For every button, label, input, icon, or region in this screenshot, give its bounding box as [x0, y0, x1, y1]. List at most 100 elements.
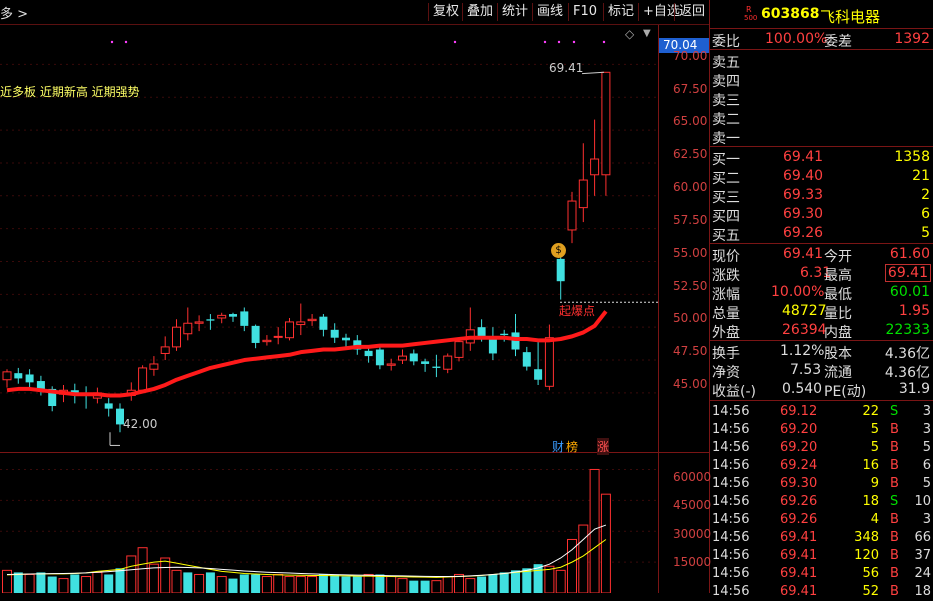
- volume-bar: [251, 574, 261, 593]
- volume-bar: [36, 572, 46, 593]
- tick-time: 14:56: [712, 512, 750, 527]
- ranking-badge[interactable]: 榜: [566, 438, 578, 455]
- volume-bar: [92, 571, 103, 593]
- tick-time: 14:56: [712, 422, 750, 437]
- volume-bar: [115, 568, 125, 593]
- weibi-row: 委比 100.00% 委差 1392: [712, 31, 930, 50]
- tick-row: 14:56 69.41 52 B 18: [710, 583, 933, 601]
- mark-button[interactable]: 标记: [603, 3, 638, 21]
- candle-body: [251, 325, 260, 343]
- candle-body: [421, 361, 430, 364]
- draw-line-button[interactable]: 画线: [532, 3, 567, 21]
- finance-badge[interactable]: 财: [552, 438, 564, 455]
- buy-row[interactable]: 买一 69.41 1358: [710, 148, 933, 168]
- tick-row: 14:56 69.26 4 B 3: [710, 511, 933, 529]
- candle-body: [240, 311, 249, 326]
- sell-row: 卖一: [712, 131, 740, 147]
- tick-vol: 9: [870, 476, 879, 491]
- sell-row: 卖二: [712, 112, 740, 128]
- tick-row: 14:56 69.24 16 B 6: [710, 457, 933, 475]
- candle-body: [138, 367, 148, 391]
- volume-bar: [81, 576, 92, 593]
- tick-price: 69.12: [780, 404, 818, 419]
- buy-row[interactable]: 买二 69.40 21: [710, 167, 933, 187]
- candle-body: [567, 200, 577, 231]
- candle-body: [262, 339, 272, 343]
- low-price-label: 42.00: [123, 417, 158, 431]
- buy-row[interactable]: 买五 69.26 5: [710, 224, 933, 244]
- candle-body: [183, 322, 193, 335]
- volume-bar: [465, 578, 476, 593]
- volume-bar: [13, 572, 23, 593]
- stock-code: 603868: [761, 6, 820, 22]
- f10-button[interactable]: F10: [568, 3, 601, 21]
- volume-bar: [284, 576, 295, 593]
- tick-price: 69.20: [780, 422, 818, 437]
- volume-bar: [341, 576, 351, 593]
- buy-row[interactable]: 买三 69.33 2: [710, 186, 933, 206]
- candle-body: [488, 337, 497, 354]
- fuquan-button[interactable]: 复权: [428, 3, 463, 21]
- tick-time: 14:56: [712, 530, 750, 545]
- tick-time: 14:56: [712, 548, 750, 563]
- tick-side: B: [890, 440, 899, 455]
- tick-price: 69.26: [780, 494, 818, 509]
- volume-bar: [544, 565, 555, 593]
- volume-chart[interactable]: [0, 453, 658, 593]
- volume-bar: [70, 574, 80, 593]
- stock-name: 飞科电器: [820, 8, 881, 26]
- volume-bar: [386, 576, 397, 593]
- tick-vol: 52: [862, 584, 879, 599]
- chart-axis-divider: [658, 25, 659, 593]
- divider: [710, 400, 933, 401]
- tick-n: 18: [914, 584, 931, 599]
- period-selector[interactable]: 多 >: [0, 3, 28, 22]
- tick-row: 14:56 69.20 5 B 3: [710, 421, 933, 439]
- volume-bar: [397, 578, 408, 593]
- volume-bar: [330, 574, 340, 593]
- buy-row[interactable]: 买四 69.30 6: [710, 205, 933, 225]
- candle-body: [398, 355, 407, 361]
- tick-row: 14:56 69.20 5 B 5: [710, 439, 933, 457]
- volume-ma-white: [6, 524, 607, 578]
- tick-price: 69.24: [780, 458, 818, 473]
- tick-vol: 18: [862, 494, 879, 509]
- volume-bar: [409, 580, 419, 593]
- volume-bar: [2, 569, 12, 593]
- volume-bar: [171, 569, 182, 593]
- candle-body: [285, 321, 294, 339]
- volume-bar: [420, 580, 430, 593]
- candle-body: [217, 314, 227, 319]
- divider: [710, 146, 933, 147]
- candle-body: [454, 341, 464, 358]
- stat-row: 涨跌 6.31 最高 69.41: [710, 264, 933, 284]
- candle-body: [386, 363, 396, 366]
- back-button[interactable]: 返回: [674, 3, 709, 21]
- tick-side: B: [890, 458, 899, 473]
- candle-body: [172, 326, 181, 348]
- tick-price: 69.26: [780, 512, 818, 527]
- candle-body: [104, 403, 113, 409]
- tick-row: 14:56 69.26 18 S 10: [710, 493, 933, 511]
- candle-body: [296, 321, 306, 326]
- limit-up-badge[interactable]: 涨: [597, 438, 610, 455]
- diamond-icon: ◇: [625, 27, 635, 41]
- candle-body: [149, 363, 159, 370]
- volume-bar: [363, 573, 374, 593]
- money-bag-icon[interactable]: $: [551, 243, 566, 258]
- volume-bar: [47, 576, 57, 593]
- volume-bar: [454, 573, 464, 593]
- volume-bar: [511, 570, 520, 593]
- tick-time: 14:56: [712, 404, 750, 419]
- stats-button[interactable]: 统计: [497, 3, 532, 21]
- signal-dot: [602, 40, 606, 44]
- volume-bar: [205, 572, 215, 593]
- tick-price: 69.41: [780, 584, 818, 599]
- volume-bar: [216, 576, 227, 593]
- signal-dot: [453, 40, 457, 44]
- moving-average-line: [6, 310, 608, 398]
- overlay-button[interactable]: 叠加: [462, 3, 497, 21]
- r-badge-num: 500: [744, 14, 758, 22]
- volume-bar: [295, 576, 306, 593]
- candle-body: [375, 349, 384, 366]
